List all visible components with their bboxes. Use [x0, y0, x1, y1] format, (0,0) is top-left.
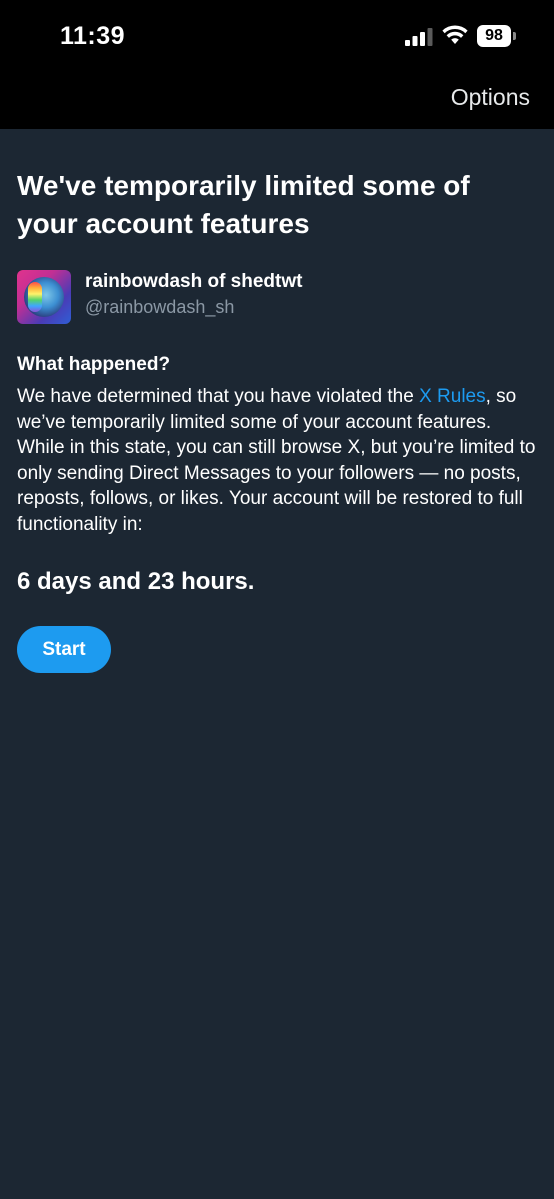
options-button[interactable]: Options — [451, 84, 530, 111]
account-handle: @rainbowdash_sh — [85, 297, 235, 317]
account-row: rainbowdash of shedtwt @rainbowdash_sh — [17, 270, 537, 326]
account-display-name: rainbowdash of shedtwt — [85, 271, 303, 292]
explanation-text-part-1: We have determined that you have violate… — [17, 386, 420, 407]
restriction-countdown: 6 days and 23 hours. — [17, 567, 255, 595]
battery-indicator: 98 — [477, 25, 511, 47]
status-bar: 11:39 98 — [0, 0, 554, 72]
avatar — [17, 270, 71, 324]
explanation-text: We have determined that you have violate… — [17, 384, 537, 538]
explanation-text-part-2: , so we’ve temporarily limited some of y… — [17, 386, 536, 535]
battery-tip — [513, 32, 516, 40]
nav-bar: Options — [0, 72, 554, 129]
avatar-rainbow-mane — [28, 282, 42, 312]
notice-content: We've temporarily limited some of your a… — [17, 129, 537, 673]
status-time: 11:39 — [60, 22, 126, 50]
what-happened-heading: What happened? — [17, 354, 171, 375]
page-title: We've temporarily limited some of your a… — [17, 170, 470, 239]
start-button[interactable]: Start — [17, 625, 111, 673]
wifi-icon — [442, 25, 468, 44]
cellular-signal-icon — [405, 28, 433, 46]
x-rules-link[interactable]: X Rules — [419, 386, 486, 407]
